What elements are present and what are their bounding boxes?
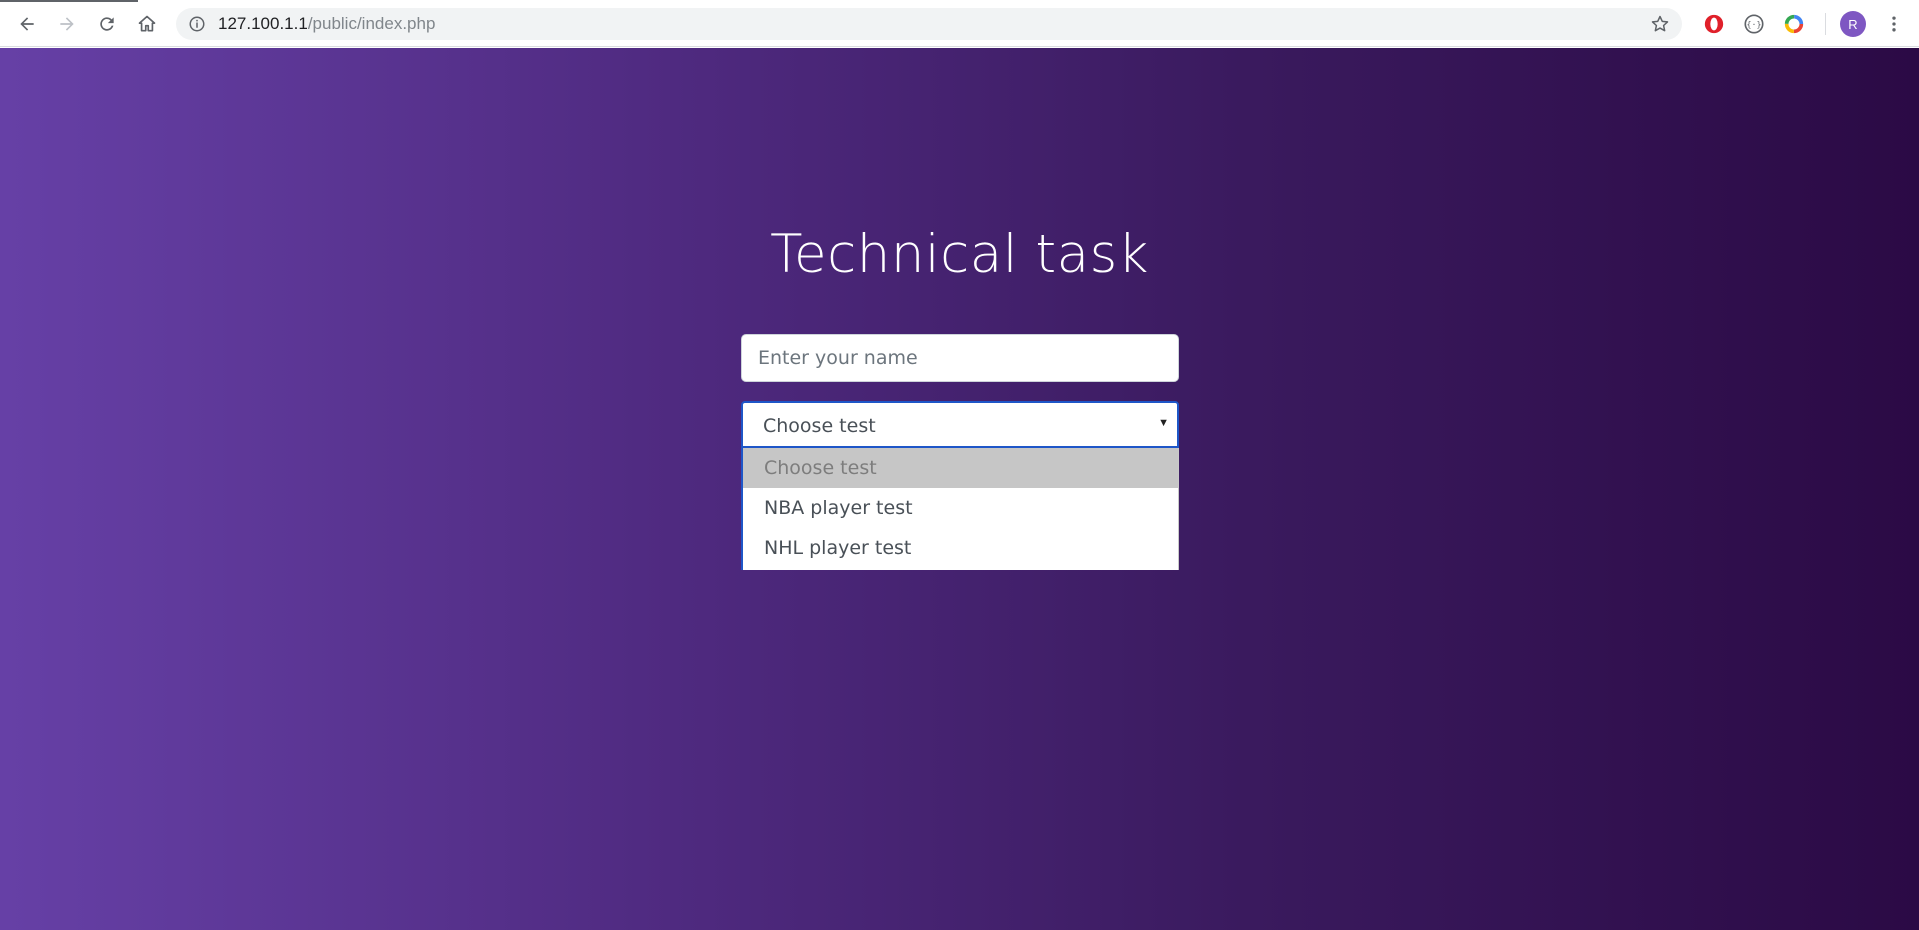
opera-extension-icon[interactable] xyxy=(1702,12,1726,36)
profile-avatar[interactable]: R xyxy=(1840,11,1866,37)
toolbar-divider xyxy=(1825,13,1826,35)
reload-icon xyxy=(100,17,114,31)
code-extension-icon[interactable]: {·} xyxy=(1742,12,1766,36)
info-icon[interactable] xyxy=(188,15,206,33)
home-icon xyxy=(138,15,156,32)
chevron-down-icon: ▼ xyxy=(1158,417,1169,429)
more-vert-icon[interactable] xyxy=(1884,12,1904,36)
arrow-left-icon xyxy=(20,17,34,31)
option-choose-test[interactable]: Choose test xyxy=(743,448,1178,488)
test-select-value: Choose test xyxy=(763,415,876,437)
star-icon[interactable] xyxy=(1650,14,1670,34)
color-extension-icon[interactable] xyxy=(1782,12,1806,36)
option-nba-player-test[interactable]: NBA player test xyxy=(743,488,1178,528)
address-bar[interactable]: 127.100.1.1/public/index.php xyxy=(176,8,1682,40)
browser-toolbar: 127.100.1.1/public/index.php {·} R xyxy=(0,0,1919,47)
test-select[interactable]: Choose test ▼ xyxy=(741,401,1179,448)
name-input[interactable] xyxy=(741,334,1179,382)
svg-text:{·}: {·} xyxy=(1747,19,1762,29)
option-nhl-player-test[interactable]: NHL player test xyxy=(743,528,1178,568)
forward-button[interactable] xyxy=(53,10,81,38)
url-path: /public/index.php xyxy=(307,14,436,33)
test-select-options: Choose test NBA player test NHL player t… xyxy=(741,448,1179,570)
url-text[interactable]: 127.100.1.1/public/index.php xyxy=(218,15,435,33)
back-button[interactable] xyxy=(13,10,41,38)
tab-indicator xyxy=(0,0,138,2)
arrow-right-icon xyxy=(60,17,74,31)
home-button[interactable] xyxy=(133,10,161,38)
reload-button[interactable] xyxy=(93,10,121,38)
page-background: Technical task Choose test ▼ Choose test… xyxy=(0,48,1919,930)
page-title: Technical task xyxy=(770,224,1149,285)
url-host: 127.100.1.1 xyxy=(218,14,308,33)
